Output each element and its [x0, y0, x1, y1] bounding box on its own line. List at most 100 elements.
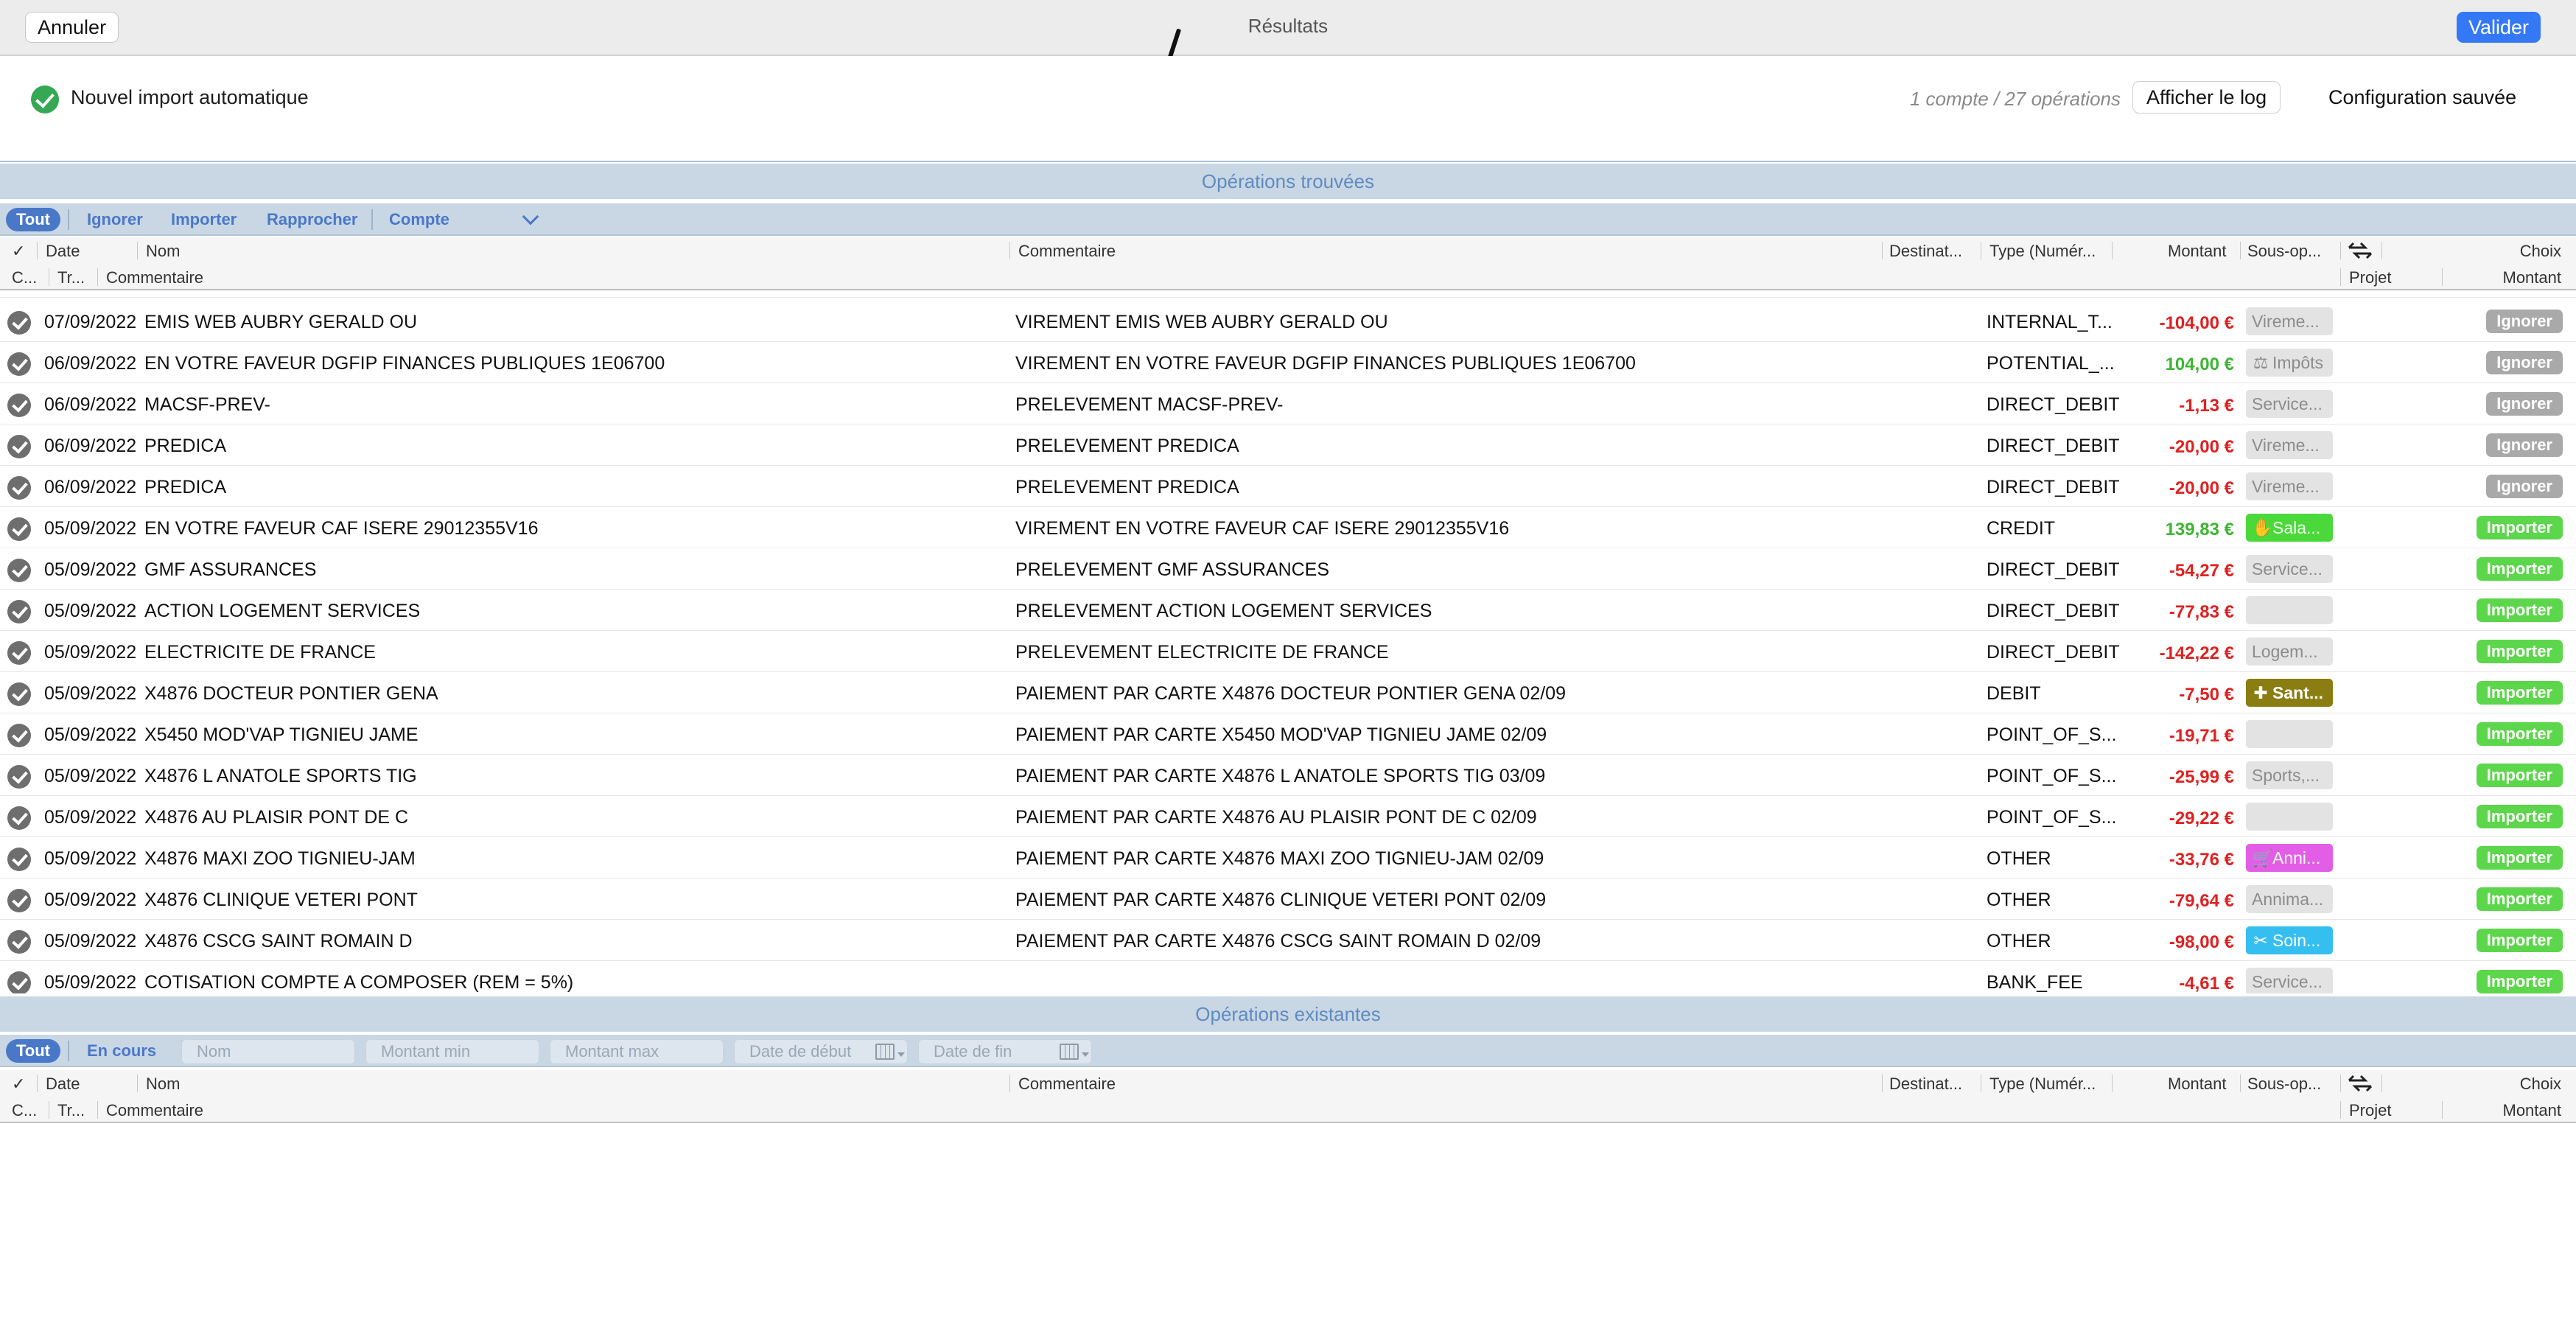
col-tr[interactable]: Tr... [57, 268, 85, 287]
account-filter-select[interactable]: Compte [379, 208, 460, 231]
chevron-down-icon[interactable] [897, 1052, 905, 1057]
name-filter-input[interactable]: Nom [181, 1039, 355, 1064]
col-comment2[interactable]: Commentaire [106, 1101, 203, 1120]
row-choice-button[interactable]: Importer [2476, 557, 2563, 581]
table-row[interactable]: 05/09/2022 EN VOTRE FAVEUR CAF ISERE 2901… [0, 507, 2576, 548]
table-row[interactable]: 05/09/2022 GMF ASSURANCES PRELEVEMENT GMF … [0, 548, 2576, 590]
row-check-icon[interactable] [7, 311, 31, 335]
table-row[interactable]: 05/09/2022 X4876 MAXI ZOO TIGNIEU-JAM PAIE… [0, 837, 2576, 878]
row-subop-category[interactable]: Logem... [2246, 637, 2333, 666]
col-comment[interactable]: Commentaire [1018, 1075, 1116, 1094]
calendar-icon[interactable] [875, 1044, 895, 1060]
row-subop-category[interactable] [2246, 803, 2333, 831]
chevron-down-icon[interactable] [1082, 1052, 1089, 1057]
col-amount2[interactable]: Montant [2503, 1101, 2562, 1120]
row-choice-button[interactable]: Ignorer [2486, 351, 2563, 374]
row-check-icon[interactable] [7, 476, 31, 500]
col-subop[interactable]: Sous-op... [2247, 242, 2321, 261]
row-check-icon[interactable] [7, 682, 31, 706]
row-check-icon[interactable] [7, 352, 31, 376]
row-subop-category[interactable]: Service... [2246, 968, 2333, 993]
col-choice[interactable]: Choix [2520, 242, 2561, 261]
col-check[interactable]: ✓ [12, 242, 25, 261]
row-subop-category[interactable]: Vireme... [2246, 307, 2333, 335]
row-subop-category[interactable] [2246, 596, 2333, 624]
row-choice-button[interactable]: Ignorer [2486, 392, 2563, 416]
col-project[interactable]: Projet [2349, 268, 2391, 287]
table-row[interactable]: 05/09/2022 X4876 CSCG SAINT ROMAIN D PAIEM… [0, 920, 2576, 961]
amount-min-input[interactable]: Montant min [365, 1039, 539, 1064]
row-choice-button[interactable]: Importer [2476, 598, 2563, 622]
row-choice-button[interactable]: Ignorer [2486, 310, 2563, 333]
col-c[interactable]: C... [12, 1101, 37, 1120]
col-name[interactable]: Nom [146, 1075, 180, 1094]
col-project[interactable]: Projet [2349, 1101, 2391, 1120]
row-choice-button[interactable]: Importer [2476, 516, 2563, 539]
col-type[interactable]: Type (Numér... [1989, 242, 2096, 261]
col-c[interactable]: C... [12, 268, 37, 287]
row-check-icon[interactable] [7, 641, 31, 665]
table-row[interactable]: 05/09/2022 COTISATION COMPTE A COMPOSER (… [0, 961, 2576, 993]
chevron-down-icon[interactable] [522, 208, 539, 226]
row-subop-category[interactable]: Sports,... [2246, 761, 2333, 789]
col-amount[interactable]: Montant [2168, 242, 2227, 261]
row-subop-category[interactable]: 🛒Anni... [2246, 844, 2333, 872]
table-row[interactable]: 05/09/2022 X4876 L ANATOLE SPORTS TIG PAIE… [0, 755, 2576, 796]
table-row[interactable]: 06/09/2022 MACSF-PREV- PRELEVEMENT MACSF-P… [0, 383, 2576, 425]
col-type[interactable]: Type (Numér... [1989, 1075, 2096, 1094]
row-subop-category[interactable]: Vireme... [2246, 431, 2333, 459]
calendar-icon[interactable] [1060, 1044, 1079, 1060]
table-row[interactable]: 05/09/2022 ELECTRICITE DE FRANCE PRELEVEME… [0, 631, 2576, 672]
row-check-icon[interactable] [7, 724, 31, 747]
filter-import-button[interactable]: Importer [161, 208, 247, 231]
row-subop-category[interactable]: ✋Sala... [2246, 514, 2333, 542]
table-row[interactable]: 07/09/2022 EMIS WEB AUBRY GERALD OU VIREME… [0, 301, 2576, 342]
swap-arrows-icon[interactable] [2348, 242, 2373, 259]
row-check-icon[interactable] [7, 765, 31, 789]
table-row[interactable]: 06/09/2022 PREDICA PRELEVEMENT PREDICA DIRE… [0, 425, 2576, 466]
row-check-icon[interactable] [7, 971, 31, 993]
row-check-icon[interactable] [7, 848, 31, 871]
filter-ignore-button[interactable]: Ignorer [77, 208, 153, 231]
filter-reconcile-button[interactable]: Rapprocher [256, 208, 368, 231]
table-row[interactable]: 05/09/2022 X4876 CLINIQUE VETERI PONT PAIE… [0, 878, 2576, 920]
row-choice-button[interactable]: Importer [2476, 764, 2563, 787]
show-log-button[interactable]: Afficher le log [2132, 81, 2281, 113]
col-name[interactable]: Nom [146, 242, 180, 261]
row-choice-button[interactable]: Importer [2476, 846, 2563, 870]
table-row[interactable]: 05/09/2022 ACTION LOGEMENT SERVICES PRELEV… [0, 590, 2576, 631]
existing-filter-all-button[interactable]: Tout [6, 1039, 61, 1063]
filter-all-button[interactable]: Tout [6, 208, 61, 231]
col-tr[interactable]: Tr... [57, 1101, 85, 1120]
col-choice[interactable]: Choix [2520, 1075, 2561, 1094]
swap-arrows-icon[interactable] [2348, 1075, 2373, 1092]
table-row[interactable]: 05/09/2022 X4876 DOCTEUR PONTIER GENA PAIE… [0, 672, 2576, 713]
col-date[interactable]: Date [46, 242, 80, 261]
row-subop-category[interactable]: Service... [2246, 390, 2333, 418]
col-date[interactable]: Date [46, 1075, 80, 1094]
existing-filter-in-progress-button[interactable]: En cours [77, 1039, 167, 1063]
col-comment2[interactable]: Commentaire [106, 268, 203, 287]
row-subop-category[interactable]: ✂ Soin... [2246, 926, 2333, 954]
row-choice-button[interactable]: Importer [2476, 929, 2563, 952]
row-check-icon[interactable] [7, 930, 31, 954]
table-row[interactable]: 06/09/2022 PREDICA PRELEVEMENT PREDICA DIRE… [0, 466, 2576, 507]
col-subop[interactable]: Sous-op... [2247, 1075, 2321, 1094]
row-check-icon[interactable] [7, 394, 31, 417]
row-choice-button[interactable]: Importer [2476, 640, 2563, 663]
row-check-icon[interactable] [7, 517, 31, 541]
row-subop-category[interactable]: ⚖ Impôts [2246, 349, 2333, 377]
col-amount[interactable]: Montant [2168, 1075, 2227, 1094]
row-check-icon[interactable] [7, 806, 31, 830]
validate-button[interactable]: Valider [2456, 12, 2541, 43]
amount-max-input[interactable]: Montant max [550, 1039, 724, 1064]
row-subop-category[interactable]: ✚ Sant... [2246, 679, 2333, 707]
row-choice-button[interactable]: Importer [2476, 970, 2563, 993]
col-comment[interactable]: Commentaire [1018, 242, 1116, 261]
table-row[interactable]: 06/09/2022 EN VOTRE FAVEUR DGFIP FINANCES… [0, 342, 2576, 383]
row-choice-button[interactable]: Importer [2476, 722, 2563, 746]
col-destination[interactable]: Destinat... [1889, 242, 1962, 261]
row-choice-button[interactable]: Importer [2476, 887, 2563, 911]
row-subop-category[interactable]: Service... [2246, 555, 2333, 583]
col-check[interactable]: ✓ [12, 1075, 25, 1094]
